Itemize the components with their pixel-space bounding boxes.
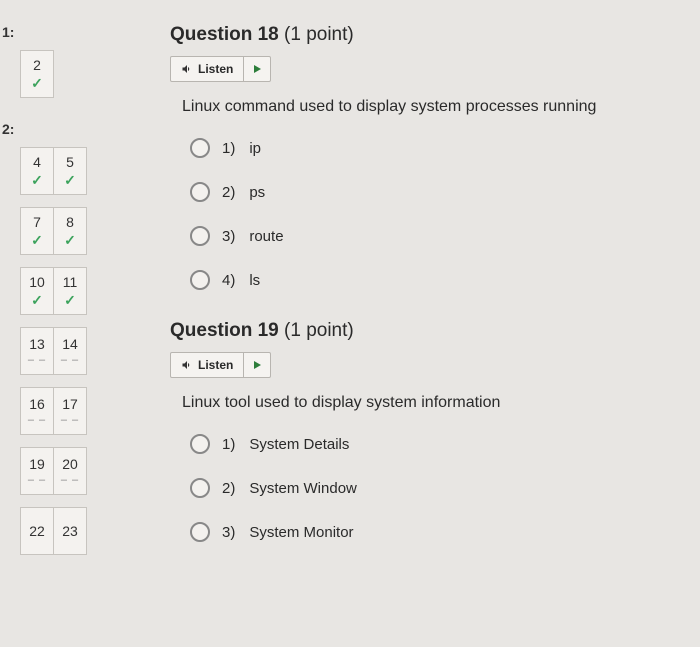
- question-19-block: Question 19 (1 point) Listen Linux tool …: [170, 320, 670, 542]
- nav-question-box[interactable]: 17 – –: [53, 387, 87, 435]
- listen-control: Listen: [170, 56, 271, 82]
- question-nav-sidebar: 1: 2 ✓ 2: 4✓5✓7✓8✓10✓11✓13– –14– –16– –1…: [0, 0, 100, 647]
- nav-question-box[interactable]: 16 – –: [20, 387, 54, 435]
- nav-question-number: 22: [29, 523, 45, 539]
- play-icon: [254, 361, 261, 369]
- nav-question-box[interactable]: 20 – –: [53, 447, 87, 495]
- nav-question-box[interactable]: 22: [20, 507, 54, 555]
- nav-question-number: 7: [33, 214, 41, 230]
- answer-option[interactable]: 3) route: [190, 226, 670, 246]
- dash-icon: – –: [28, 354, 46, 366]
- nav-question-number: 5: [66, 154, 74, 170]
- option-text: ps: [249, 184, 265, 201]
- nav-question-number: 2: [33, 57, 41, 73]
- option-text: System Details: [249, 436, 349, 453]
- answer-option[interactable]: 3) System Monitor: [190, 522, 670, 542]
- nav-question-number: 16: [29, 396, 45, 412]
- check-icon: ✓: [31, 172, 43, 189]
- question-title: Question 19 (1 point): [170, 320, 670, 342]
- nav-question-number: 11: [63, 274, 78, 290]
- nav-question-box[interactable]: 23: [53, 507, 87, 555]
- dash-icon: – –: [28, 414, 46, 426]
- nav-question-box[interactable]: 10 ✓: [20, 267, 54, 315]
- check-icon: ✓: [64, 172, 76, 189]
- option-number: 2): [222, 184, 235, 201]
- nav-question-number: 13: [29, 336, 45, 352]
- option-number: 3): [222, 524, 235, 541]
- nav-question-box[interactable]: 2 ✓: [20, 50, 54, 98]
- check-icon: ✓: [64, 232, 76, 249]
- check-icon: ✓: [31, 232, 43, 249]
- nav-question-number: 23: [62, 523, 78, 539]
- question-main-area: Question 18 (1 point) Listen Linux comma…: [100, 0, 700, 647]
- check-icon: ✓: [31, 292, 43, 309]
- radio-button[interactable]: [190, 226, 210, 246]
- nav-question-number: 10: [29, 274, 45, 290]
- nav-question-number: 17: [62, 396, 78, 412]
- option-text: System Window: [249, 480, 357, 497]
- nav-question-box[interactable]: 14 – –: [53, 327, 87, 375]
- question-prompt: Linux command used to display system pro…: [182, 98, 670, 116]
- option-number: 2): [222, 480, 235, 497]
- listen-button[interactable]: Listen: [171, 57, 244, 81]
- attempt-1-label: 1:: [0, 24, 100, 40]
- nav-question-box[interactable]: 8✓: [53, 207, 87, 255]
- nav-question-box[interactable]: 11 ✓: [53, 267, 87, 315]
- radio-button[interactable]: [190, 182, 210, 202]
- speaker-icon: [181, 359, 193, 371]
- play-icon: [254, 65, 261, 73]
- option-number: 4): [222, 272, 235, 289]
- listen-button[interactable]: Listen: [171, 353, 244, 377]
- dash-icon: – –: [61, 354, 79, 366]
- nav-question-number: 20: [62, 456, 78, 472]
- dash-icon: – –: [28, 474, 46, 486]
- option-number: 1): [222, 140, 235, 157]
- attempt-2-label: 2:: [0, 121, 100, 137]
- answer-option[interactable]: 4) ls: [190, 270, 670, 290]
- question-18-block: Question 18 (1 point) Listen Linux comma…: [170, 24, 670, 290]
- check-icon: ✓: [31, 75, 43, 92]
- radio-button[interactable]: [190, 478, 210, 498]
- option-text: ls: [249, 272, 260, 289]
- option-number: 1): [222, 436, 235, 453]
- play-button[interactable]: [244, 353, 270, 377]
- nav-question-number: 19: [29, 456, 45, 472]
- option-text: System Monitor: [249, 524, 353, 541]
- question-title: Question 18 (1 point): [170, 24, 670, 46]
- dash-icon: – –: [61, 474, 79, 486]
- listen-control: Listen: [170, 352, 271, 378]
- option-text: route: [249, 228, 283, 245]
- nav-question-number: 14: [62, 336, 78, 352]
- radio-button[interactable]: [190, 522, 210, 542]
- nav-question-box[interactable]: 19 – –: [20, 447, 54, 495]
- question-prompt: Linux tool used to display system inform…: [182, 394, 670, 412]
- play-button[interactable]: [244, 57, 270, 81]
- nav-question-number: 4: [33, 154, 41, 170]
- answer-option[interactable]: 2) System Window: [190, 478, 670, 498]
- check-icon: ✓: [64, 292, 76, 309]
- option-text: ip: [249, 140, 261, 157]
- dash-icon: – –: [61, 414, 79, 426]
- nav-question-box[interactable]: 4✓: [20, 147, 54, 195]
- speaker-icon: [181, 63, 193, 75]
- nav-question-box[interactable]: 13 – –: [20, 327, 54, 375]
- answer-option[interactable]: 1) ip: [190, 138, 670, 158]
- radio-button[interactable]: [190, 434, 210, 454]
- nav-question-box[interactable]: 7✓: [20, 207, 54, 255]
- radio-button[interactable]: [190, 138, 210, 158]
- answer-option[interactable]: 2) ps: [190, 182, 670, 202]
- option-number: 3): [222, 228, 235, 245]
- radio-button[interactable]: [190, 270, 210, 290]
- nav-question-number: 8: [66, 214, 74, 230]
- answer-option[interactable]: 1) System Details: [190, 434, 670, 454]
- nav-question-box[interactable]: 5✓: [53, 147, 87, 195]
